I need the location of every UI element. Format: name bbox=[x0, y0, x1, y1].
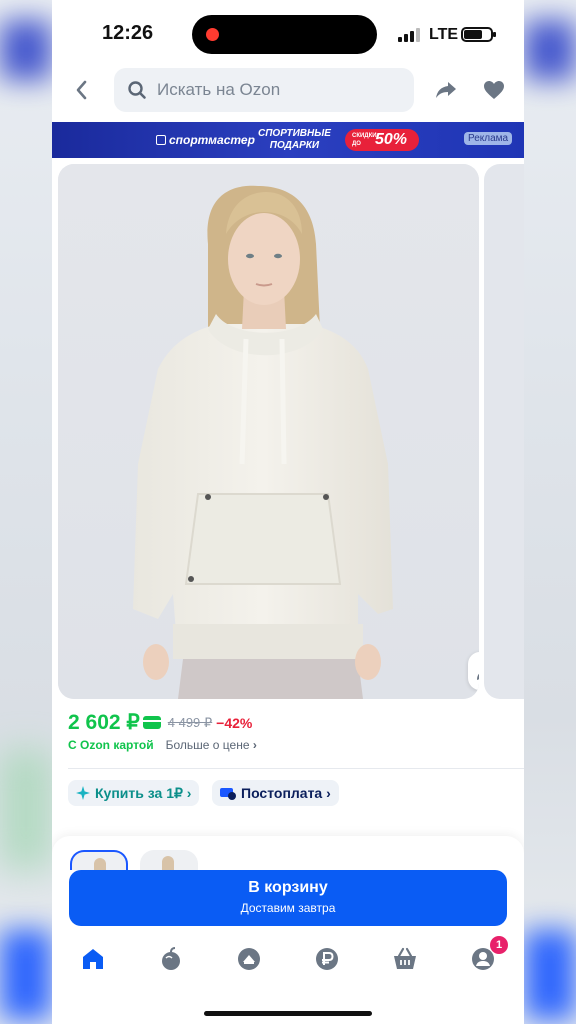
banner-tagline: СПОРТИВНЫЕ ПОДАРКИ bbox=[258, 128, 331, 152]
sparkle-icon bbox=[76, 786, 90, 800]
variant-thumbnail[interactable] bbox=[70, 850, 128, 870]
search-similar-icon bbox=[477, 673, 479, 680]
background-blur bbox=[0, 930, 52, 1020]
catalog-icon bbox=[238, 948, 260, 970]
network-type: LTE bbox=[429, 26, 459, 43]
status-time: 12:26 bbox=[102, 22, 154, 44]
background-blur bbox=[0, 20, 52, 80]
background-blur bbox=[524, 20, 576, 80]
tab-cart[interactable] bbox=[392, 946, 420, 974]
search-placeholder: Искать на Ozon bbox=[157, 80, 281, 99]
postpay-button[interactable]: Постоплата › bbox=[212, 780, 339, 806]
favorite-button[interactable] bbox=[482, 78, 506, 102]
fruit-icon bbox=[162, 947, 180, 970]
tab-fresh[interactable] bbox=[158, 946, 186, 974]
dynamic-island bbox=[192, 15, 377, 54]
sale-caption: скидки до bbox=[352, 133, 377, 147]
old-price: 4 499 ₽ bbox=[167, 714, 213, 730]
chevron-left-icon bbox=[76, 80, 87, 100]
search-input[interactable]: Искать на Ozon bbox=[114, 68, 414, 112]
delivery-label: Доставим завтра bbox=[240, 901, 336, 915]
bottom-action-sheet: В корзину Доставим завтра 1 bbox=[52, 836, 524, 1024]
more-price-link[interactable]: Больше о цене › bbox=[166, 738, 257, 752]
basket-icon bbox=[394, 947, 416, 969]
ad-label: Реклама bbox=[464, 132, 513, 145]
ozon-card-label: С Ozon картой bbox=[68, 738, 154, 752]
tab-profile[interactable]: 1 bbox=[470, 936, 508, 974]
home-icon bbox=[83, 949, 103, 969]
find-similar-button[interactable] bbox=[468, 652, 479, 690]
search-icon bbox=[128, 81, 146, 99]
sale-value: 50% bbox=[375, 131, 408, 148]
share-icon bbox=[436, 82, 456, 98]
home-indicator bbox=[204, 1011, 372, 1016]
next-photo-preview[interactable] bbox=[484, 164, 524, 699]
card-clock-icon bbox=[220, 788, 236, 800]
price-details: С Ozon картой Больше о цене › bbox=[68, 738, 257, 752]
ad-banner[interactable]: спортмастер СПОРТИВНЫЕ ПОДАРКИ скидки до… bbox=[52, 122, 524, 158]
tab-catalog[interactable] bbox=[236, 946, 264, 974]
banner-brand-text: спортмастер bbox=[169, 133, 255, 147]
banner-tagline-line: СПОРТИВНЫЕ bbox=[258, 128, 331, 139]
chevron-right-icon: › bbox=[252, 738, 257, 752]
background-blur bbox=[524, 930, 576, 1020]
background-blur bbox=[0, 750, 52, 870]
product-photo bbox=[58, 164, 479, 699]
discount-percent: −42% bbox=[216, 714, 253, 731]
buy-for-one-ruble-button[interactable]: Купить за 1₽ › bbox=[68, 780, 200, 806]
recording-indicator-icon bbox=[206, 28, 219, 41]
share-button[interactable] bbox=[434, 78, 458, 102]
tab-home[interactable] bbox=[80, 946, 108, 974]
phone-screen: 12:26 LTE Искать на Ozon спортмастер СПО… bbox=[52, 0, 524, 1024]
signal-icon bbox=[398, 28, 422, 42]
product-gallery[interactable] bbox=[58, 164, 479, 699]
ozon-card-icon bbox=[142, 716, 161, 729]
divider bbox=[68, 768, 524, 769]
status-bar: 12:26 LTE bbox=[52, 0, 524, 64]
banner-brand: спортмастер bbox=[156, 133, 255, 147]
battery-icon bbox=[461, 27, 496, 42]
variant-thumbnail[interactable] bbox=[140, 850, 198, 870]
buy-for-label: Купить за 1₽ bbox=[95, 785, 183, 801]
notification-badge: 1 bbox=[490, 936, 508, 954]
product-card: 2 602 ₽ 4 499 ₽ −42% С Ozon картой Больше о… bbox=[52, 160, 524, 828]
postpay-label: Постоплата bbox=[241, 785, 323, 801]
back-button[interactable] bbox=[70, 76, 94, 104]
more-price-text: Больше о цене bbox=[165, 738, 250, 752]
bottom-tab-bar: 1 bbox=[52, 936, 524, 978]
banner-tagline-line: ПОДАРКИ bbox=[269, 140, 320, 151]
brand-logo-icon bbox=[156, 135, 166, 145]
chevron-right-icon: › bbox=[326, 785, 331, 801]
current-price: 2 602 ₽ bbox=[68, 711, 140, 734]
banner-sale-badge: скидки до 50% bbox=[345, 129, 419, 151]
ruble-icon bbox=[316, 948, 338, 970]
heart-icon bbox=[484, 81, 504, 99]
price-row: 2 602 ₽ 4 499 ₽ −42% bbox=[68, 710, 252, 734]
tab-finance[interactable] bbox=[314, 946, 342, 974]
add-to-cart-label: В корзину bbox=[248, 879, 328, 896]
chevron-right-icon: › bbox=[186, 785, 192, 801]
add-to-cart-button[interactable]: В корзину Доставим завтра bbox=[69, 870, 507, 926]
search-header: Искать на Ozon bbox=[52, 66, 524, 114]
